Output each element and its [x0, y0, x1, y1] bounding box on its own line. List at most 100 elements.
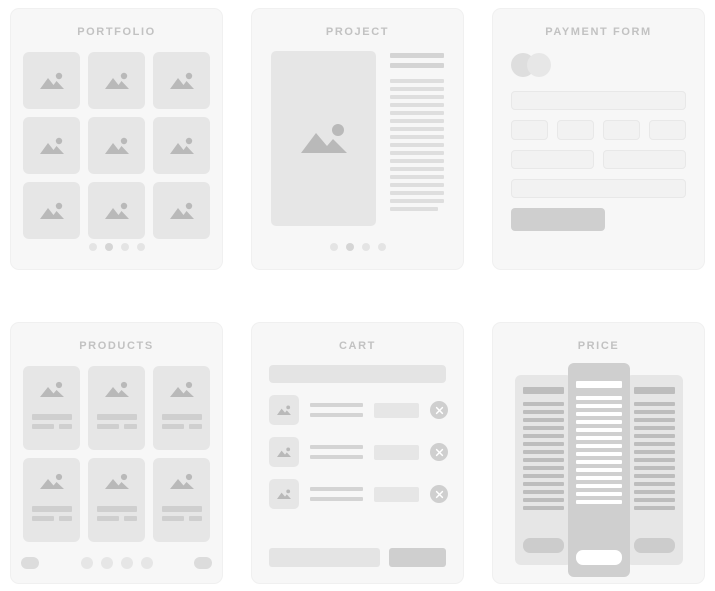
cart-header-bar: [269, 365, 446, 383]
cardholder-name-field[interactable]: [511, 179, 686, 198]
choose-plan-button[interactable]: [522, 538, 564, 553]
pagination-dot[interactable]: [136, 243, 145, 251]
choose-plan-button[interactable]: [575, 550, 622, 565]
products-card[interactable]: PRODUCTS: [10, 322, 223, 584]
pagination-dot-active[interactable]: [104, 243, 113, 251]
cart-item-row[interactable]: [269, 395, 448, 425]
product-meta-bar: [96, 424, 119, 429]
products-dots[interactable]: [80, 557, 153, 569]
close-circle-icon[interactable]: [430, 443, 448, 461]
project-pagination[interactable]: [252, 243, 463, 251]
portfolio-tile[interactable]: [88, 52, 145, 109]
portfolio-tile[interactable]: [153, 182, 210, 239]
project-heading-line: [390, 63, 444, 68]
project-card[interactable]: PROJECT: [251, 8, 464, 270]
portfolio-tile[interactable]: [153, 52, 210, 109]
product-text-block: [96, 414, 137, 429]
portfolio-pagination[interactable]: [11, 243, 222, 251]
product-tile[interactable]: [88, 366, 145, 450]
pagination-dot-active[interactable]: [345, 243, 354, 251]
plan-basic-column[interactable]: [514, 375, 572, 565]
product-title-bar: [96, 414, 137, 420]
portfolio-tile[interactable]: [23, 182, 80, 239]
project-body-line: [390, 151, 444, 155]
cart-item-line: [310, 445, 363, 449]
pagination-dot[interactable]: [361, 243, 370, 251]
product-meta-bar: [58, 424, 72, 429]
price-card[interactable]: PRICE: [492, 322, 705, 584]
products-pagination[interactable]: [21, 557, 212, 569]
payment-form-card[interactable]: PAYMENT FORM: [492, 8, 705, 270]
pagination-dot[interactable]: [140, 557, 153, 569]
plan-feature-line: [575, 452, 622, 456]
cart-card[interactable]: CART: [251, 322, 464, 584]
image-placeholder-icon: [37, 380, 67, 400]
plan-feature-line: [575, 436, 622, 440]
product-tile[interactable]: [153, 458, 210, 542]
pagination-dot[interactable]: [120, 243, 129, 251]
plan-feature-line: [522, 490, 564, 494]
plan-enterprise-column[interactable]: [625, 375, 683, 565]
plan-feature-line: [522, 458, 564, 462]
credit-card-circles-icon: [511, 53, 551, 77]
project-body-line: [390, 183, 444, 187]
portfolio-tile[interactable]: [88, 117, 145, 174]
checkout-button[interactable]: [389, 548, 446, 567]
product-title-bar: [161, 506, 202, 512]
plan-feature-line: [522, 466, 564, 470]
pagination-dot[interactable]: [80, 557, 93, 569]
product-meta-row: [31, 516, 72, 521]
image-placeholder-icon: [37, 200, 67, 222]
image-placeholder-icon: [102, 200, 132, 222]
pagination-dot[interactable]: [88, 243, 97, 251]
cart-item-row[interactable]: [269, 437, 448, 467]
cart-item-row[interactable]: [269, 479, 448, 509]
portfolio-tile-grid: [11, 52, 222, 239]
cart-item-line: [310, 455, 363, 459]
product-meta-bar: [123, 424, 137, 429]
product-tile[interactable]: [23, 366, 80, 450]
close-circle-icon[interactable]: [430, 485, 448, 503]
image-placeholder-icon: [167, 70, 197, 92]
portfolio-tile[interactable]: [23, 117, 80, 174]
pagination-dot[interactable]: [377, 243, 386, 251]
choose-plan-button[interactable]: [633, 538, 675, 553]
next-page-button[interactable]: [194, 557, 212, 569]
submit-payment-button[interactable]: [511, 208, 605, 231]
image-placeholder-icon: [167, 472, 197, 492]
pagination-dot[interactable]: [329, 243, 338, 251]
project-hero-image[interactable]: [271, 51, 376, 226]
plan-feature-line: [575, 412, 622, 416]
pagination-dot[interactable]: [120, 557, 133, 569]
plan-feature-line: [522, 442, 564, 446]
project-body-line: [390, 119, 444, 123]
project-heading-line: [390, 53, 444, 58]
plan-feature-line: [633, 426, 675, 430]
close-circle-icon[interactable]: [430, 401, 448, 419]
portfolio-tile[interactable]: [88, 182, 145, 239]
portfolio-tile[interactable]: [153, 117, 210, 174]
payment-form-card-title: PAYMENT FORM: [545, 26, 652, 38]
product-tile[interactable]: [23, 458, 80, 542]
card-digits-group-1[interactable]: [511, 120, 548, 140]
expiry-field[interactable]: [511, 150, 594, 169]
plan-pro-column[interactable]: [567, 363, 630, 577]
product-tile[interactable]: [153, 366, 210, 450]
portfolio-card[interactable]: PORTFOLIO: [10, 8, 223, 270]
cvv-field[interactable]: [603, 150, 686, 169]
plan-feature-line: [633, 458, 675, 462]
project-body-line: [390, 135, 444, 139]
plan-feature-line: [522, 474, 564, 478]
prev-page-button[interactable]: [21, 557, 39, 569]
cart-item-thumbnail: [269, 395, 299, 425]
pagination-dot[interactable]: [100, 557, 113, 569]
card-number-field[interactable]: [511, 91, 686, 110]
portfolio-tile[interactable]: [23, 52, 80, 109]
product-tile[interactable]: [88, 458, 145, 542]
card-digits-group-2[interactable]: [557, 120, 594, 140]
price-card-title: PRICE: [577, 340, 620, 352]
product-text-block: [31, 414, 72, 429]
card-digits-group-4[interactable]: [649, 120, 686, 140]
product-title-bar: [31, 414, 72, 420]
card-digits-group-3[interactable]: [603, 120, 640, 140]
